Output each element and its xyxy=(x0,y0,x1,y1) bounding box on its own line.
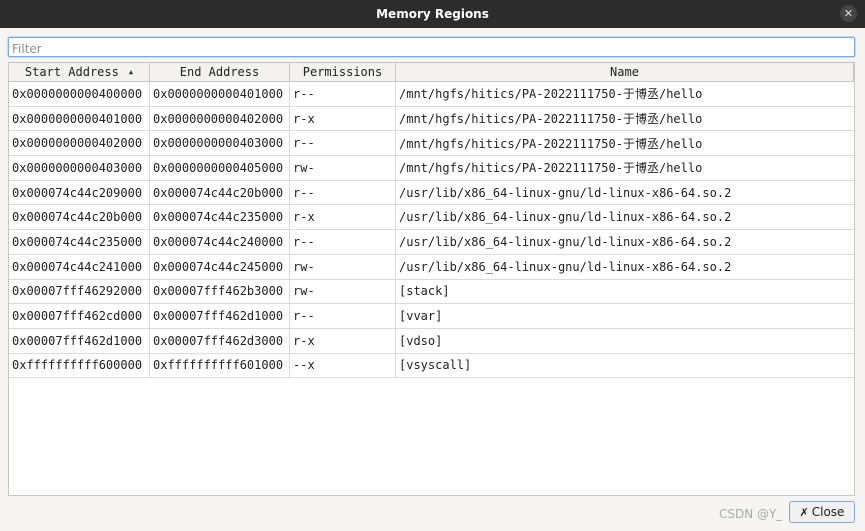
table-row[interactable]: 0x0000000000402000 0x0000000000403000 r-- /… xyxy=(9,131,854,157)
end-address-cell: 0x000074c44c235000 xyxy=(150,205,290,230)
name-cell: /usr/lib/x86_64-linux-gnu/ld-linux-x86-6… xyxy=(399,185,732,200)
start-address-cell: 0x0000000000402000 xyxy=(9,131,150,156)
table-row[interactable]: 0x000074c44c235000 0x000074c44c240000 r-- /… xyxy=(9,230,854,255)
table-row[interactable]: 0x00007fff462cd000 0x00007fff462d1000 r--[… xyxy=(9,304,854,329)
name-cell: [vvar] xyxy=(399,309,443,324)
permissions-cell: r-- xyxy=(290,230,396,254)
table-row[interactable]: 0x00007fff46292000 0x00007fff462b3000 rw-[… xyxy=(9,279,854,305)
table-row[interactable]: 0x0000000000401000 0x0000000000402000 r-x /… xyxy=(9,106,854,132)
close-button[interactable]: ✗ Close xyxy=(789,501,855,523)
table-row[interactable]: 0x00007fff462d1000 0x00007fff462d3000 r-x[… xyxy=(9,328,854,354)
start-address-cell: 0x0000000000400000 xyxy=(9,82,150,106)
end-address-cell: 0x0000000000405000 xyxy=(150,156,290,180)
name-cell: [vdso] xyxy=(399,333,443,348)
name-cell: /usr/lib/x86_64-linux-gnu/ld-linux-x86-6… xyxy=(399,259,732,274)
filter-input[interactable] xyxy=(9,40,854,58)
permissions-cell: r-- xyxy=(290,131,396,156)
column-header-permissions[interactable]: Permissions xyxy=(290,63,396,81)
name-cell: /usr/lib/x86_64-linux-gnu/ld-linux-x86-6… xyxy=(399,234,732,249)
permissions-cell: --x xyxy=(290,353,396,378)
start-address-cell: 0x00007fff46292000 xyxy=(9,279,150,304)
permissions-cell: r-- xyxy=(290,304,396,328)
close-button-label: Close xyxy=(811,505,845,519)
start-address-cell: 0xffffffffff600000 xyxy=(9,353,150,378)
permissions-cell: r-x xyxy=(290,205,396,230)
permissions-cell: rw- xyxy=(290,156,396,180)
name-cell: [stack] xyxy=(399,284,450,299)
end-address-cell: 0x0000000000401000 xyxy=(150,82,290,106)
table-row[interactable]: 0xffffffffff600000 0xffffffffff601000 --x[… xyxy=(9,353,854,379)
permissions-cell: r-x xyxy=(290,328,396,353)
start-address-cell: 0x000074c44c235000 xyxy=(9,230,150,254)
sort-ascending-icon: ▲ xyxy=(128,68,134,76)
table-row[interactable]: 0x000074c44c20b000 0x000074c44c235000 r-x /… xyxy=(9,205,854,231)
table-row[interactable]: 0x000074c44c241000 0x000074c44c245000 rw- /… xyxy=(9,254,854,280)
window-title: Memory Regions xyxy=(376,7,489,21)
table-row[interactable]: 0x000074c44c209000 0x000074c44c20b000 r-- /… xyxy=(9,180,854,206)
permissions-cell: rw- xyxy=(290,254,396,279)
end-address-cell: 0x000074c44c245000 xyxy=(150,254,290,279)
filter-field[interactable] xyxy=(8,37,855,58)
column-header-name[interactable]: Name xyxy=(396,63,854,81)
name-cell: /mnt/hgfs/hitics/PA-2022111750-于博丞/hello xyxy=(399,161,703,176)
end-address-cell: 0x00007fff462b3000 xyxy=(150,279,290,304)
permissions-cell: r-- xyxy=(290,82,396,106)
permissions-cell: r-- xyxy=(290,180,396,205)
name-cell: /mnt/hgfs/hitics/PA-2022111750-于博丞/hello xyxy=(399,112,703,127)
end-address-cell: 0x000074c44c240000 xyxy=(150,230,290,254)
start-address-cell: 0x000074c44c241000 xyxy=(9,254,150,279)
end-address-cell: 0x0000000000403000 xyxy=(150,131,290,156)
table-row[interactable]: 0x0000000000403000 0x0000000000405000 rw- /… xyxy=(9,156,854,181)
end-address-cell: 0xffffffffff601000 xyxy=(150,353,290,378)
start-address-cell: 0x00007fff462cd000 xyxy=(9,304,150,328)
table-header: Start Address ▲ End Address Permissions … xyxy=(9,63,854,82)
name-cell: /usr/lib/x86_64-linux-gnu/ld-linux-x86-6… xyxy=(399,210,732,225)
start-address-cell: 0x000074c44c20b000 xyxy=(9,205,150,230)
column-header-end-address[interactable]: End Address xyxy=(150,63,290,81)
name-cell: /mnt/hgfs/hitics/PA-2022111750-于博丞/hello xyxy=(399,87,703,102)
end-address-cell: 0x00007fff462d1000 xyxy=(150,304,290,328)
close-icon: ✗ xyxy=(799,505,809,519)
memory-regions-table[interactable]: Start Address ▲ End Address Permissions … xyxy=(8,62,855,496)
end-address-cell: 0x000074c44c20b000 xyxy=(150,180,290,205)
permissions-cell: r-x xyxy=(290,106,396,131)
title-bar: Memory Regions ✕ xyxy=(0,0,865,28)
table-body: 0x0000000000400000 0x0000000000401000 r-- /… xyxy=(9,82,854,379)
end-address-cell: 0x00007fff462d3000 xyxy=(150,328,290,353)
window-close-icon[interactable]: ✕ xyxy=(840,5,857,22)
start-address-cell: 0x00007fff462d1000 xyxy=(9,328,150,353)
start-address-cell: 0x0000000000403000 xyxy=(9,156,150,180)
column-header-start-address[interactable]: Start Address ▲ xyxy=(9,63,150,81)
name-cell: [vsyscall] xyxy=(399,358,472,373)
start-address-cell: 0x0000000000401000 xyxy=(9,106,150,131)
permissions-cell: rw- xyxy=(290,279,396,304)
table-row[interactable]: 0x0000000000400000 0x0000000000401000 r-- /… xyxy=(9,82,854,107)
end-address-cell: 0x0000000000402000 xyxy=(150,106,290,131)
name-cell: /mnt/hgfs/hitics/PA-2022111750-于博丞/hello xyxy=(399,136,703,151)
watermark: CSDN @Y_ xyxy=(719,507,783,521)
start-address-cell: 0x000074c44c209000 xyxy=(9,180,150,205)
